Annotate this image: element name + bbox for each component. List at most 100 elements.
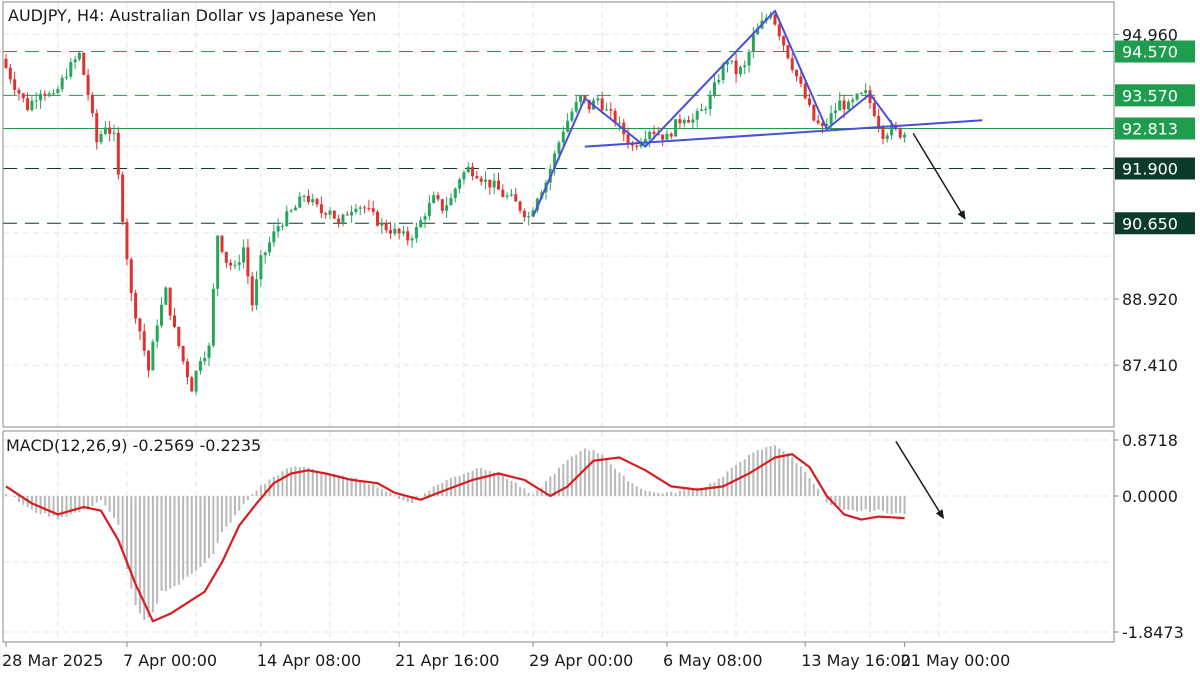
candle-body bbox=[505, 195, 509, 197]
candle-body bbox=[812, 104, 816, 121]
candle-body bbox=[285, 211, 289, 226]
candle-body bbox=[527, 216, 531, 218]
time-tick-label: 29 Apr 00:00 bbox=[529, 651, 633, 670]
candle-body bbox=[384, 223, 388, 231]
candle-body bbox=[376, 211, 380, 226]
candle-body bbox=[808, 98, 812, 105]
candle-body bbox=[177, 326, 181, 347]
axis-labels: 94.96088.92087.41094.57093.57092.81391.9… bbox=[2, 25, 1195, 670]
chart-canvas: 94.96088.92087.41094.57093.57092.81391.9… bbox=[2, 1, 1195, 670]
candle-body bbox=[198, 361, 202, 371]
candle-body bbox=[669, 133, 673, 137]
candle-body bbox=[4, 58, 8, 68]
candle-body bbox=[432, 195, 436, 203]
candle-body bbox=[557, 142, 561, 154]
candle-body bbox=[151, 341, 155, 371]
candle-body bbox=[730, 60, 734, 62]
macd-series-forecast-arrow bbox=[895, 441, 945, 519]
candlesticks bbox=[4, 11, 907, 396]
candle-body bbox=[363, 207, 367, 209]
candle-body bbox=[345, 214, 349, 216]
candle-body bbox=[700, 109, 704, 111]
candle-body bbox=[419, 219, 423, 228]
time-tick-label: 6 May 08:00 bbox=[663, 651, 763, 670]
candle-body bbox=[268, 242, 272, 253]
candle-body bbox=[116, 132, 120, 175]
candle-body bbox=[609, 109, 613, 111]
candle-body bbox=[600, 98, 604, 111]
candle-body bbox=[160, 304, 164, 326]
candle-body bbox=[475, 176, 479, 179]
candle-body bbox=[665, 133, 669, 140]
candle-body bbox=[39, 93, 43, 101]
candle-body bbox=[786, 45, 790, 59]
candle-body bbox=[898, 128, 902, 138]
candle-body bbox=[458, 179, 462, 189]
candle-body bbox=[43, 93, 47, 96]
candle-body bbox=[246, 247, 250, 277]
candle-body bbox=[747, 51, 751, 66]
candle-body bbox=[203, 357, 207, 362]
chart-title: AUDJPY, H4: Australian Dollar vs Japanes… bbox=[8, 6, 376, 25]
candle-body bbox=[60, 77, 64, 90]
candle-body bbox=[324, 213, 328, 215]
candle-body bbox=[678, 119, 682, 124]
candle-body bbox=[522, 210, 526, 218]
candle-body bbox=[712, 82, 716, 96]
candle-body bbox=[833, 110, 837, 114]
macd-tick-label: 0.8718 bbox=[1122, 431, 1178, 450]
candle-body bbox=[211, 288, 215, 346]
candle-body bbox=[704, 109, 708, 111]
candle-body bbox=[406, 231, 410, 241]
candle-body bbox=[371, 208, 375, 212]
candle-body bbox=[687, 120, 691, 123]
candle-body bbox=[695, 110, 699, 120]
candle-body bbox=[471, 166, 475, 177]
candle-body bbox=[108, 127, 112, 134]
level-tag-label: 90.650 bbox=[1122, 214, 1178, 233]
candle-body bbox=[86, 74, 90, 95]
candle-body bbox=[103, 127, 107, 134]
candle-body bbox=[449, 197, 453, 206]
candle-body bbox=[125, 221, 129, 260]
candle-body bbox=[341, 214, 345, 223]
candle-body bbox=[13, 79, 17, 90]
candle-body bbox=[259, 255, 263, 280]
candle-body bbox=[734, 60, 738, 75]
candle-body bbox=[885, 135, 889, 139]
candle-body bbox=[393, 228, 397, 234]
candle-body bbox=[293, 207, 297, 211]
macd-title: MACD(12,26,9) -0.2569 -0.2235 bbox=[6, 436, 261, 455]
candle-body bbox=[337, 218, 341, 223]
candle-body bbox=[751, 34, 755, 52]
candle-body bbox=[302, 195, 306, 197]
candle-body bbox=[73, 59, 77, 63]
candle-body bbox=[190, 377, 194, 392]
candle-body bbox=[69, 62, 73, 77]
candle-body bbox=[237, 262, 241, 265]
time-tick-label: 21 Apr 16:00 bbox=[395, 651, 499, 670]
candle-body bbox=[358, 207, 362, 209]
candle-body bbox=[410, 238, 414, 241]
candle-body bbox=[129, 259, 133, 293]
candle-body bbox=[877, 115, 881, 127]
candle-body bbox=[121, 174, 125, 222]
candle-body bbox=[64, 76, 68, 78]
candle-body bbox=[380, 223, 384, 226]
candle-body bbox=[350, 212, 354, 216]
time-tick-label: 13 May 16:00 bbox=[801, 651, 911, 670]
candle-body bbox=[181, 346, 185, 362]
candle-body bbox=[661, 134, 665, 140]
candle-body bbox=[479, 178, 483, 182]
candle-body bbox=[401, 231, 405, 234]
candle-body bbox=[708, 95, 712, 110]
candle-body bbox=[354, 208, 358, 213]
series-head-and-shoulders bbox=[532, 9, 897, 218]
candle-body bbox=[509, 194, 513, 196]
time-tick-label: 21 May 00:00 bbox=[901, 651, 1011, 670]
candle-body bbox=[864, 90, 868, 93]
candle-body bbox=[617, 122, 621, 124]
level-tag-label: 91.900 bbox=[1122, 159, 1178, 178]
candle-body bbox=[306, 195, 310, 203]
candle-body bbox=[626, 134, 630, 144]
